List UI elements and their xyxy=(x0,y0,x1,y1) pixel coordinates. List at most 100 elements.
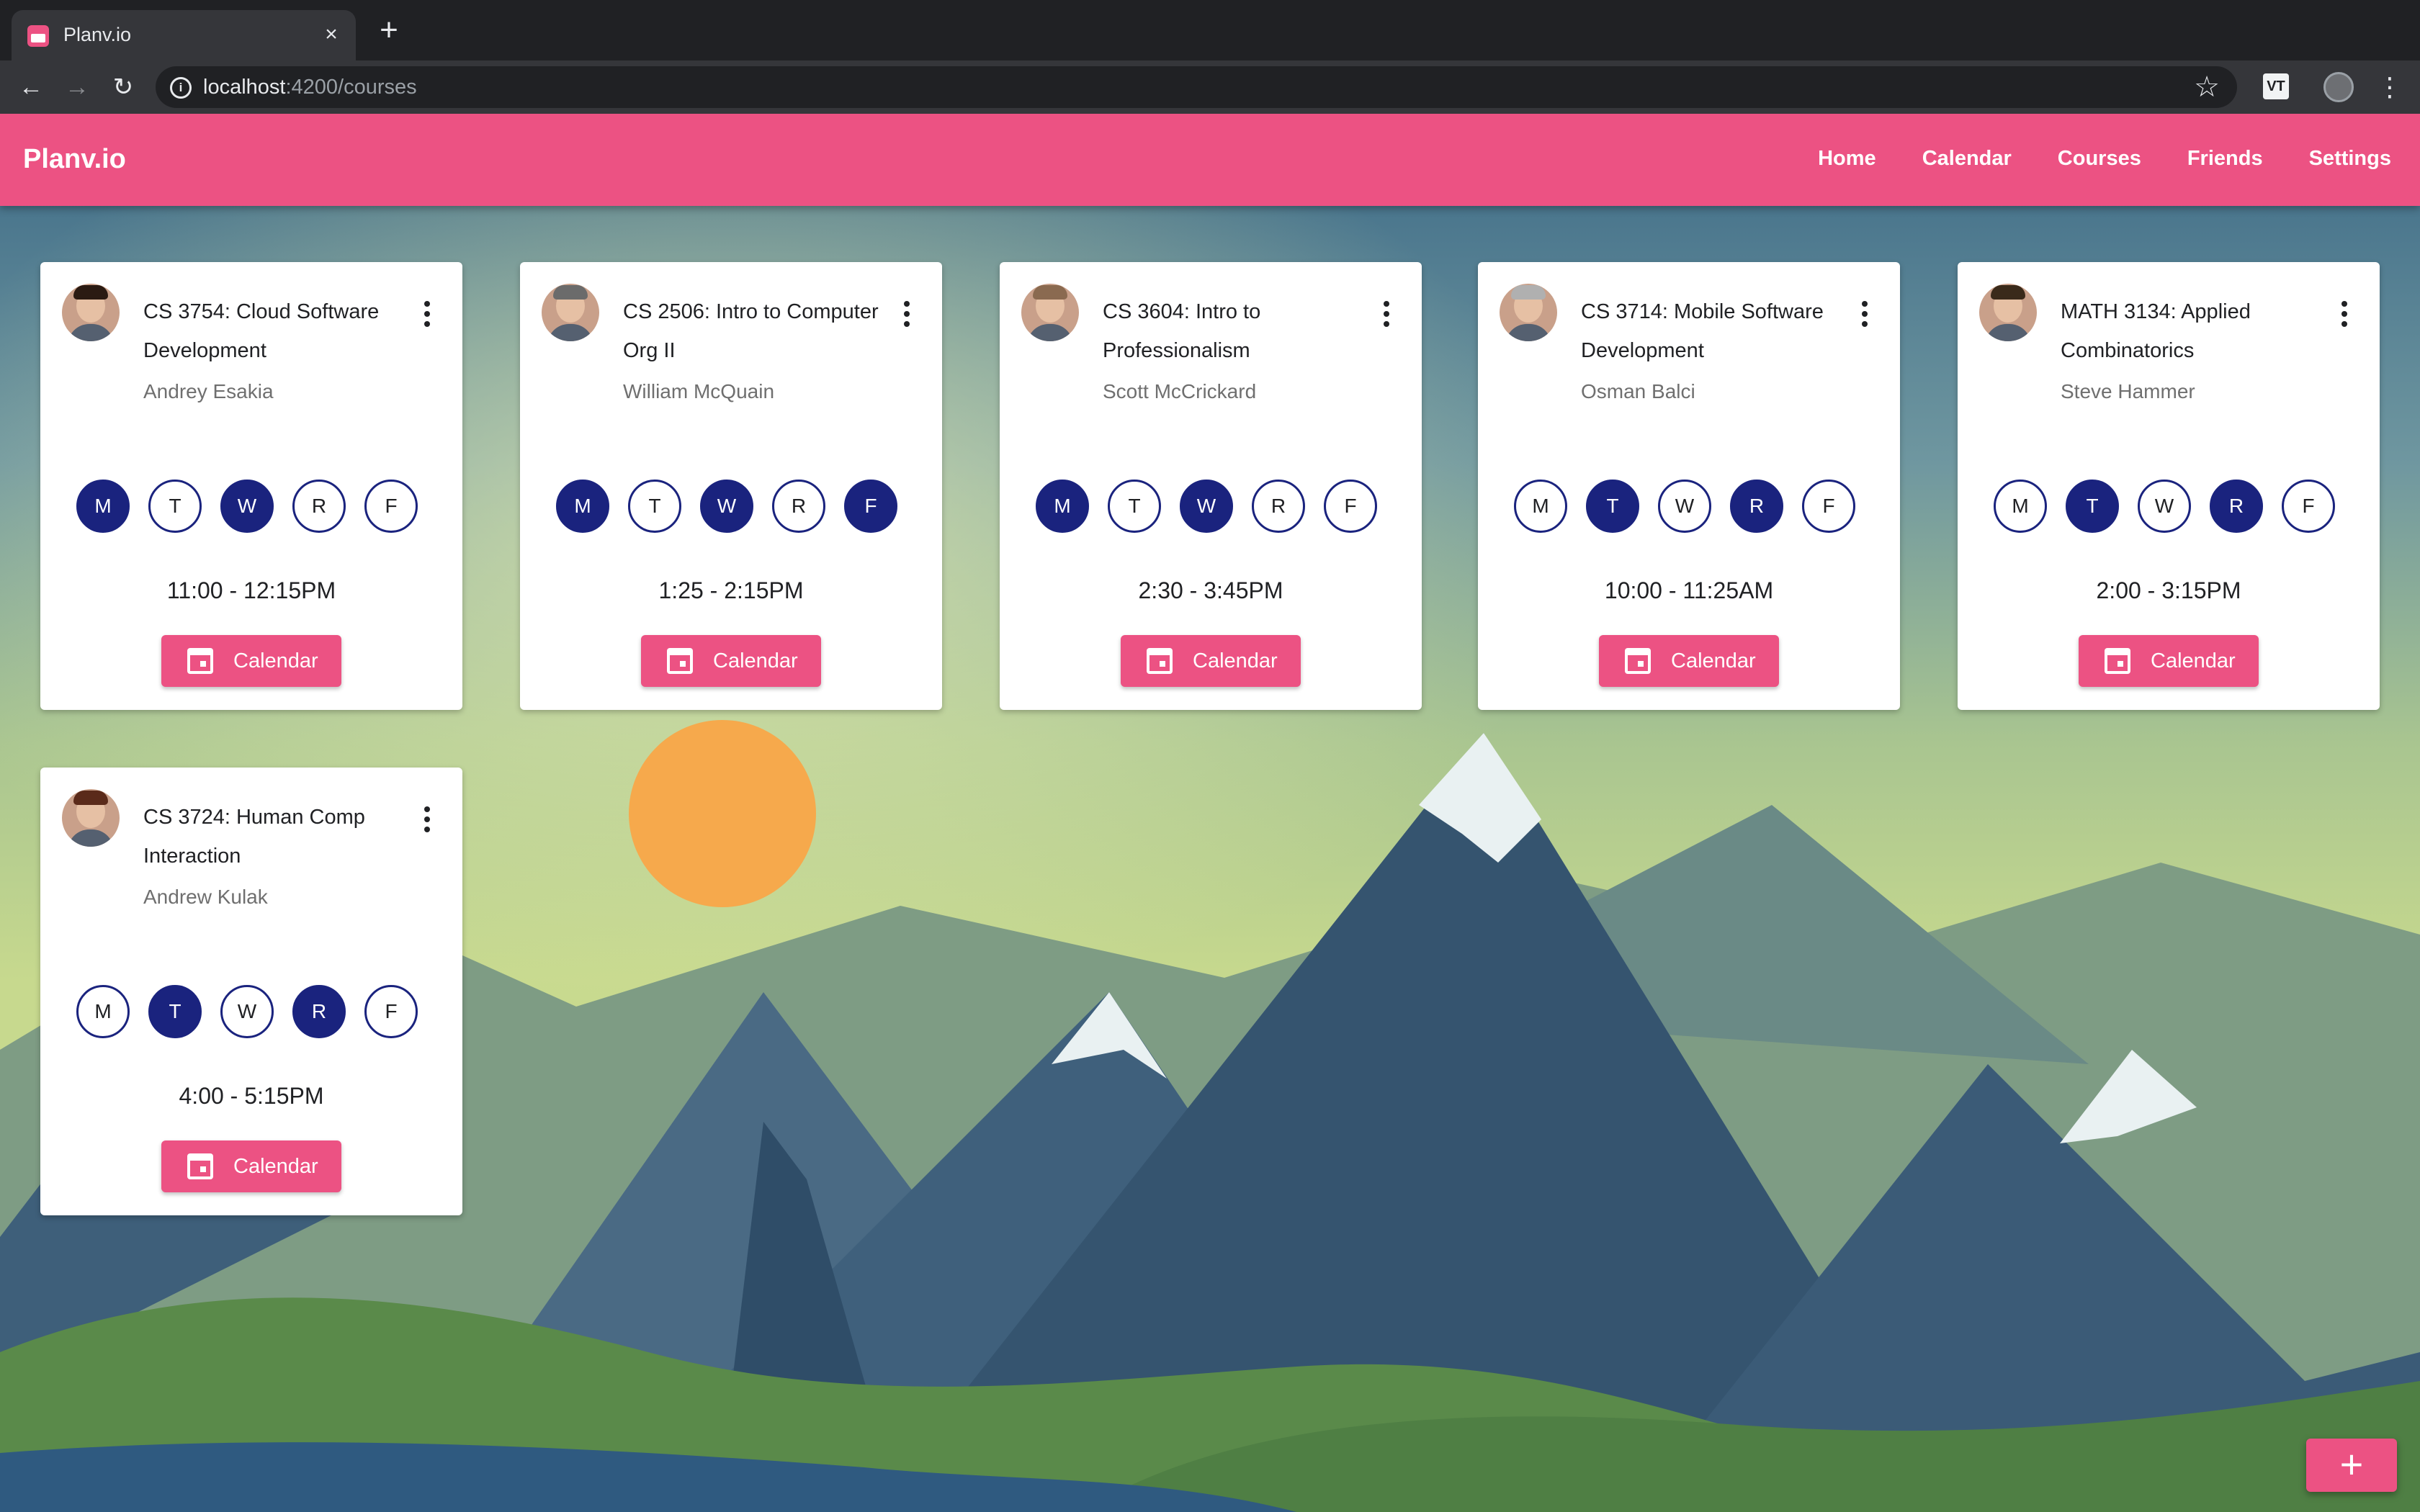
course-card: CS 3724: Human Comp Interaction Andrew K… xyxy=(40,768,462,1215)
instructor-name: William McQuain xyxy=(623,380,775,402)
profile-avatar-icon[interactable] xyxy=(2323,72,2354,102)
day-chip: T xyxy=(628,480,681,533)
calendar-icon xyxy=(187,648,213,674)
day-selector: MTWRF xyxy=(556,480,916,533)
calendar-icon xyxy=(667,648,693,674)
avatar xyxy=(62,789,120,847)
avatar xyxy=(1979,284,2037,341)
more-vert-icon[interactable] xyxy=(1381,301,1392,330)
calendar-button-label: Calendar xyxy=(2151,649,2236,672)
browser-toolbar: ← → ↻ i localhost:4200/courses ☆ VT ⋮ xyxy=(0,60,2420,114)
course-title: CS 2506: Intro to Computer Org II xyxy=(623,300,879,362)
course-time: 10:00 - 11:25AM xyxy=(1604,577,1774,603)
calendar-button-label: Calendar xyxy=(713,649,798,672)
more-vert-icon[interactable] xyxy=(422,301,432,330)
more-vert-icon[interactable] xyxy=(1860,301,1870,330)
back-arrow-icon[interactable]: ← xyxy=(14,71,48,104)
forward-arrow-icon[interactable]: → xyxy=(60,71,94,104)
day-chip: R xyxy=(1252,480,1305,533)
calendar-button[interactable]: Calendar xyxy=(641,635,821,687)
day-selector: MTWRF xyxy=(1994,480,2354,533)
day-chip: T xyxy=(148,985,202,1038)
browser-tabstrip: Planv.io × + xyxy=(0,0,2420,60)
address-bar[interactable]: i localhost:4200/courses ☆ xyxy=(156,66,2237,108)
course-title: CS 3714: Mobile Software Development xyxy=(1581,300,1824,362)
course-title: MATH 3134: Applied Combinatorics xyxy=(2061,300,2251,362)
course-time: 2:30 - 3:45PM xyxy=(1138,577,1283,603)
main-nav: Home Calendar Courses Friends Settings xyxy=(1772,147,2391,171)
tab-close-icon[interactable]: × xyxy=(317,20,346,49)
instructor-name: Osman Balci xyxy=(1581,380,1695,402)
nav-friends[interactable]: Friends xyxy=(2187,147,2263,171)
extension-icon[interactable]: VT xyxy=(2263,73,2289,99)
new-tab-button[interactable]: + xyxy=(373,14,405,48)
day-chip: R xyxy=(772,480,825,533)
instructor-name: Andrey Esakia xyxy=(143,380,274,402)
course-title: CS 3754: Cloud Software Development xyxy=(143,300,380,362)
day-selector: MTWRF xyxy=(1514,480,1874,533)
calendar-button-label: Calendar xyxy=(1671,649,1756,672)
calendar-icon xyxy=(187,1153,213,1179)
avatar xyxy=(542,284,599,341)
nav-home[interactable]: Home xyxy=(1818,147,1876,171)
day-selector: MTWRF xyxy=(76,480,436,533)
browser-menu-icon[interactable]: ⋮ xyxy=(2377,71,2403,104)
day-chip: W xyxy=(1658,480,1711,533)
more-vert-icon[interactable] xyxy=(902,301,912,330)
page-viewport: Planv.io Home Calendar Courses Friends S… xyxy=(0,114,2420,1512)
day-chip: R xyxy=(292,985,346,1038)
calendar-icon xyxy=(1625,648,1651,674)
nav-courses[interactable]: Courses xyxy=(2058,147,2141,171)
instructor-name: Scott McCrickard xyxy=(1103,380,1257,402)
day-chip: F xyxy=(364,985,418,1038)
course-time: 4:00 - 5:15PM xyxy=(179,1083,324,1109)
course-title: CS 3604: Intro to Professionalism xyxy=(1103,300,1261,362)
day-chip: F xyxy=(364,480,418,533)
calendar-button[interactable]: Calendar xyxy=(1599,635,1779,687)
calendar-button[interactable]: Calendar xyxy=(2079,635,2259,687)
day-chip: F xyxy=(2282,480,2335,533)
calendar-button-label: Calendar xyxy=(1193,649,1278,672)
more-vert-icon[interactable] xyxy=(422,806,432,835)
day-chip: R xyxy=(2210,480,2263,533)
calendar-icon xyxy=(2105,648,2130,674)
calendar-button[interactable]: Calendar xyxy=(161,1140,341,1192)
more-vert-icon[interactable] xyxy=(2339,301,2349,330)
nav-calendar[interactable]: Calendar xyxy=(1922,147,2012,171)
brand-logo[interactable]: Planv.io xyxy=(23,144,126,175)
day-chip: T xyxy=(148,480,202,533)
avatar xyxy=(1021,284,1079,341)
day-chip: F xyxy=(844,480,897,533)
nav-settings[interactable]: Settings xyxy=(2309,147,2391,171)
day-chip: F xyxy=(1324,480,1377,533)
favicon-icon xyxy=(27,25,49,47)
tab-title: Planv.io xyxy=(63,24,132,45)
day-chip: M xyxy=(1514,480,1567,533)
day-chip: M xyxy=(1994,480,2047,533)
info-icon[interactable]: i xyxy=(170,77,192,99)
url-text: localhost:4200/courses xyxy=(203,76,417,99)
instructor-name: Steve Hammer xyxy=(2061,380,2195,402)
calendar-button[interactable]: Calendar xyxy=(1121,635,1301,687)
avatar xyxy=(62,284,120,341)
course-card: CS 3604: Intro to Professionalism Scott … xyxy=(1000,262,1422,710)
bookmark-star-icon[interactable]: ☆ xyxy=(2194,71,2220,104)
add-course-button[interactable]: + xyxy=(2306,1439,2397,1492)
calendar-button-label: Calendar xyxy=(233,649,318,672)
day-chip: W xyxy=(1180,480,1233,533)
instructor-name: Andrew Kulak xyxy=(143,886,268,908)
calendar-button-label: Calendar xyxy=(233,1155,318,1178)
course-card: CS 3754: Cloud Software Development Andr… xyxy=(40,262,462,710)
day-chip: F xyxy=(1802,480,1855,533)
reload-icon[interactable]: ↻ xyxy=(107,71,140,104)
course-time: 2:00 - 3:15PM xyxy=(2096,577,2241,603)
browser-tab[interactable]: Planv.io × xyxy=(12,10,356,60)
day-chip: W xyxy=(220,985,274,1038)
calendar-icon xyxy=(1147,648,1173,674)
day-chip: M xyxy=(1036,480,1089,533)
course-card: CS 2506: Intro to Computer Org II Willia… xyxy=(520,262,942,710)
day-chip: W xyxy=(700,480,753,533)
course-title: CS 3724: Human Comp Interaction xyxy=(143,806,365,868)
calendar-button[interactable]: Calendar xyxy=(161,635,341,687)
day-selector: MTWRF xyxy=(76,985,436,1038)
